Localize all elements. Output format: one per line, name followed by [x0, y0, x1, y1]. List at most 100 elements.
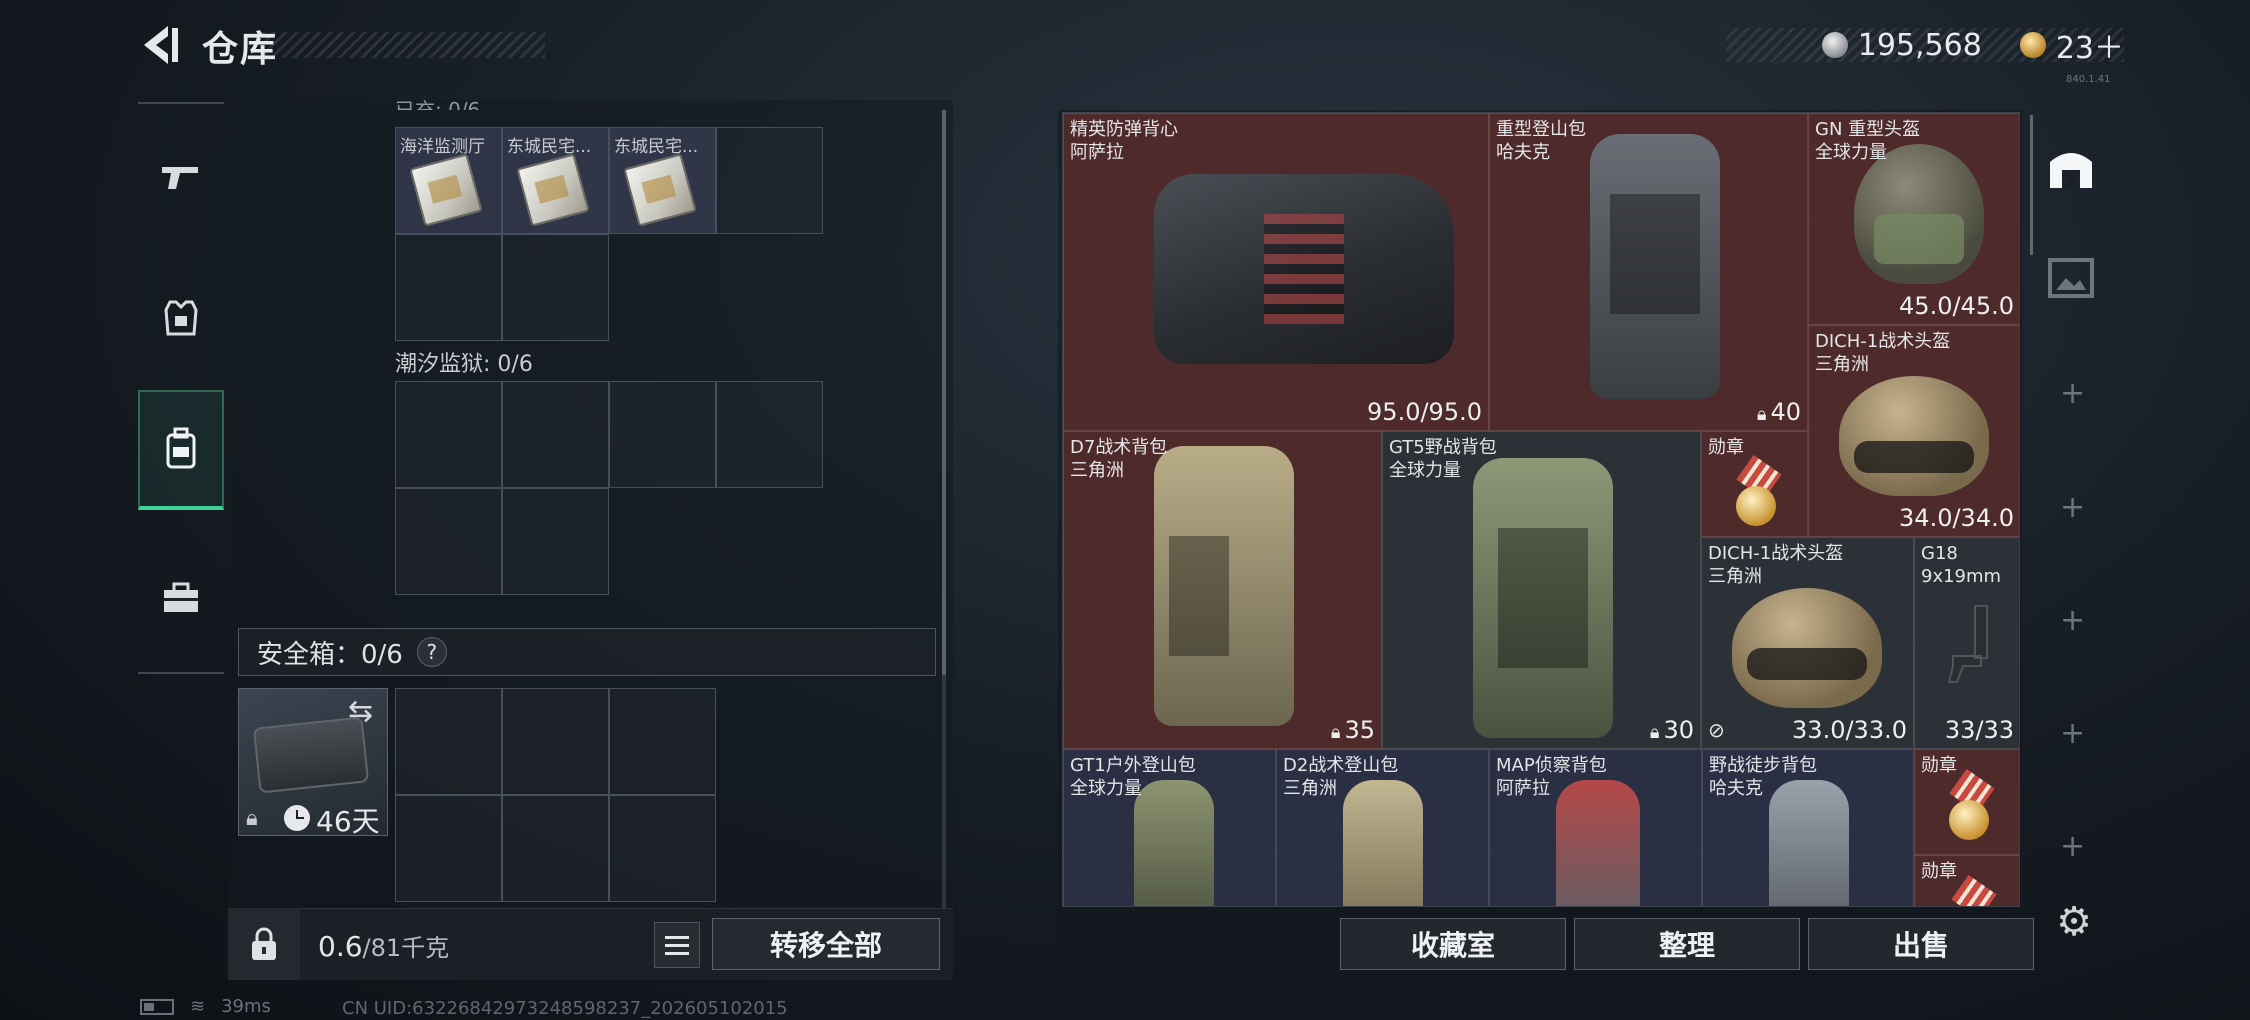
item-name: 重型登山包 [1496, 119, 1586, 140]
inventory-item[interactable]: DICH-1战术头盔 三角洲 34.0/34.0 [1808, 325, 2019, 537]
add-slot-icon[interactable]: + [2060, 832, 2085, 862]
backpack-image [1590, 134, 1720, 399]
tool-stash-view[interactable] [2044, 140, 2098, 194]
stash-slot[interactable] [395, 381, 502, 488]
safe-slot[interactable] [502, 688, 609, 795]
collection-room-button[interactable]: 收藏室 [1340, 918, 1566, 970]
inventory-item[interactable]: G18 9x19mm 33/33 [1914, 537, 2019, 749]
item-name: 勋章 [1921, 861, 1957, 882]
stash-slot[interactable]: 海洋监测厅 [395, 127, 502, 234]
safe-slot[interactable] [502, 795, 609, 902]
inventory-item[interactable]: GT5野战背包 全球力量 🔒︎ 30 [1382, 431, 1701, 749]
inventory-item[interactable]: 勋章 [1914, 855, 2019, 906]
item-origin: 三角洲 [1708, 566, 1762, 587]
item-origin: 三角洲 [1283, 778, 1337, 799]
rail-containers[interactable] [138, 390, 224, 510]
stash-slot[interactable]: 东城民宅... [502, 127, 609, 234]
item-durability: 95.0/95.0 [1367, 398, 1482, 426]
stash-slot[interactable] [502, 381, 609, 488]
add-slot-icon[interactable]: + [2060, 606, 2085, 636]
stash-slot[interactable] [716, 381, 823, 488]
sell-button[interactable]: 出售 [1808, 918, 2034, 970]
inventory-item[interactable]: GN 重型头盔 全球力量 45.0/45.0 [1808, 113, 2019, 325]
swap-icon[interactable]: ⇆ [348, 694, 373, 729]
inventory-item[interactable]: 勋章 [1701, 431, 1808, 537]
inventory-grid[interactable]: 精英防弹背心 阿萨拉 95.0/95.0 重型登山包 哈夫克 🔒︎ 40 GN 重型头… [1062, 112, 2020, 907]
version-tag: 840.1.41 [2066, 74, 2111, 85]
gold-coin-icon [2019, 32, 2046, 58]
weight-current: 0.6 [318, 930, 363, 963]
settings-gear-icon[interactable]: ⚙ [2052, 899, 2096, 945]
lock-button[interactable] [228, 908, 300, 980]
medal-icon [1951, 874, 2001, 906]
pistol-icon [1947, 605, 1988, 683]
section2-label: 潮汐监狱: 0/6 [395, 352, 533, 377]
add-slot-icon[interactable]: + [2060, 493, 2085, 523]
stash-slot[interactable] [395, 488, 502, 595]
add-slot-icon[interactable]: + [2060, 379, 2085, 409]
stash-slot[interactable] [502, 234, 609, 341]
list-view-button[interactable] [654, 922, 700, 968]
safe-slot[interactable] [395, 688, 502, 795]
help-icon[interactable]: ? [416, 637, 447, 667]
currency-bar: 195,568 23＋ [1726, 28, 2124, 66]
stash-scroll-thumb[interactable] [942, 110, 946, 675]
tool-gallery[interactable] [2046, 254, 2096, 308]
inventory-item[interactable]: D7战术背包 三角洲 🔒︎ 35 [1063, 431, 1382, 749]
stash-slot[interactable]: 东城民宅... [609, 127, 716, 234]
item-origin: 阿萨拉 [1496, 778, 1550, 799]
add-slot-icon[interactable]: + [2060, 719, 2085, 749]
weight-capacity: /81千克 [362, 934, 450, 962]
item-name: DICH-1战术头盔 [1708, 543, 1844, 564]
inventory-item[interactable]: 野战徒步背包 哈夫克 [1702, 749, 1914, 906]
inventory-item[interactable]: MAP侦察背包 阿萨拉 [1489, 749, 1702, 906]
safe-slot[interactable] [395, 795, 502, 902]
backpack-icon [166, 427, 196, 469]
stash-slot[interactable] [502, 488, 609, 595]
armor-icon [164, 300, 198, 336]
item-durability: 33.0/33.0 [1792, 716, 1907, 744]
gold-currency-value[interactable]: 23＋ [2056, 23, 2124, 67]
item-capacity: 🔒︎ 30 [1649, 716, 1694, 744]
rail-weapons[interactable] [138, 118, 224, 238]
sort-button[interactable]: 整理 [1574, 918, 1800, 970]
item-name: MAP侦察背包 [1496, 755, 1607, 776]
stash-slot[interactable] [395, 234, 502, 341]
item-durability: 45.0/45.0 [1899, 292, 2014, 320]
inventory-item[interactable]: 勋章 [1914, 749, 2019, 855]
safe-slot[interactable] [609, 688, 716, 795]
inventory-scrollbar[interactable] [2030, 115, 2033, 255]
safe-box-header: 安全箱：0/6 ? [238, 628, 936, 676]
backpack-image [1154, 446, 1294, 726]
item-origin: 三角洲 [1815, 354, 1869, 375]
back-button[interactable] [138, 22, 184, 68]
rail-misc[interactable] [138, 538, 224, 658]
item-origin: 全球力量 [1815, 142, 1887, 163]
inventory-item[interactable]: 精英防弹背心 阿萨拉 95.0/95.0 [1063, 113, 1489, 431]
rail-equipment[interactable] [138, 258, 224, 378]
transfer-all-button[interactable]: 转移全部 [712, 918, 940, 970]
lock-icon: 🔒︎ [1330, 722, 1341, 743]
medal-icon [1945, 768, 1995, 846]
battery-icon [140, 998, 174, 1015]
inventory-item[interactable]: 重型登山包 哈夫克 🔒︎ 40 [1489, 113, 1808, 431]
user-uid: CN UID:632268429732485982​37_20260510201… [342, 998, 788, 1019]
silver-coin-icon [1821, 32, 1848, 58]
item-capacity: 🔒︎ 40 [1756, 398, 1801, 426]
gallery-icon [2048, 258, 2094, 298]
item-name: 精英防弹背心 [1070, 119, 1178, 140]
inventory-item[interactable]: DICH-1战术头盔 三角洲 ⊘ 33.0/33.0 [1701, 537, 1914, 749]
safe-box-label: 安全箱：0/6 [257, 639, 403, 670]
inventory-item[interactable]: GT1户外登山包 全球力量 [1063, 749, 1276, 906]
safe-slot[interactable] [609, 795, 716, 902]
padlock-icon [252, 927, 276, 960]
safe-days-remaining: 46天 [316, 805, 380, 838]
item-origin: 哈夫克 [1496, 142, 1550, 163]
ping-value: 39ms [221, 996, 271, 1017]
stash-slot[interactable] [609, 381, 716, 488]
stash-slot[interactable] [716, 127, 823, 234]
item-capacity: 🔒︎ 35 [1330, 716, 1375, 744]
page-title: 仓库 [202, 29, 279, 70]
inventory-item[interactable]: D2战术登山包 三角洲 [1276, 749, 1489, 906]
item-name: 东城民宅... [614, 137, 699, 157]
